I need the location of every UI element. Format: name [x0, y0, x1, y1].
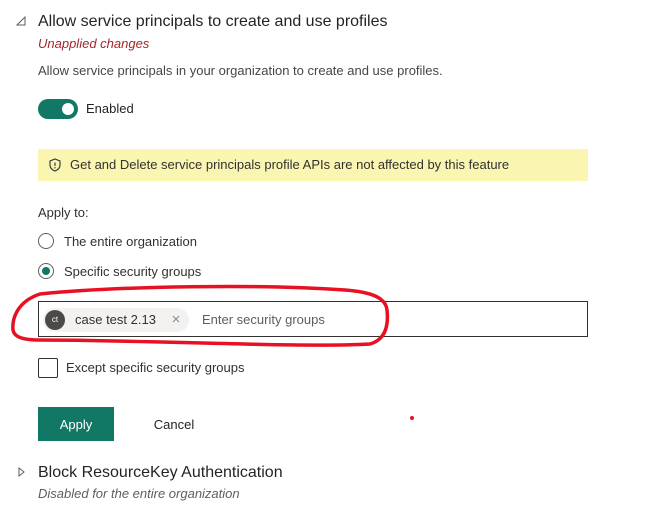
red-annotation-dot [410, 416, 414, 420]
section-title: Allow service principals to create and u… [38, 13, 388, 30]
cancel-button[interactable]: Cancel [138, 407, 210, 441]
security-groups-input[interactable] [196, 306, 578, 332]
expander-closed-icon[interactable] [16, 467, 26, 477]
group-chip-label: case test 2.13 [75, 312, 156, 327]
expander-open-icon[interactable] [16, 16, 26, 26]
radio-specific-security-groups-label[interactable]: Specific security groups [64, 264, 201, 279]
radio-entire-organization[interactable] [38, 233, 54, 249]
avatar: ct [45, 310, 65, 330]
radio-entire-organization-label[interactable]: The entire organization [64, 234, 197, 249]
block-resourcekey-section-title[interactable]: Block ResourceKey Authentication [38, 464, 283, 482]
apply-button[interactable]: Apply [38, 407, 114, 441]
unapplied-changes-label: Unapplied changes [38, 36, 150, 51]
except-groups-checkbox[interactable] [38, 358, 58, 378]
block-resourcekey-status: Disabled for the entire organization [38, 486, 240, 501]
radio-specific-security-groups[interactable] [38, 263, 54, 279]
banner-text: Get and Delete service principals profil… [70, 157, 510, 172]
toggle-knob [62, 103, 74, 115]
toggle-label: Enabled [86, 101, 134, 116]
apply-to-label: Apply to: [38, 205, 89, 220]
close-icon[interactable] [170, 313, 182, 325]
shield-icon [49, 158, 61, 172]
section-description: Allow service principals in your organiz… [38, 63, 443, 78]
enabled-toggle[interactable] [38, 99, 78, 119]
except-groups-label[interactable]: Except specific security groups [66, 360, 244, 375]
